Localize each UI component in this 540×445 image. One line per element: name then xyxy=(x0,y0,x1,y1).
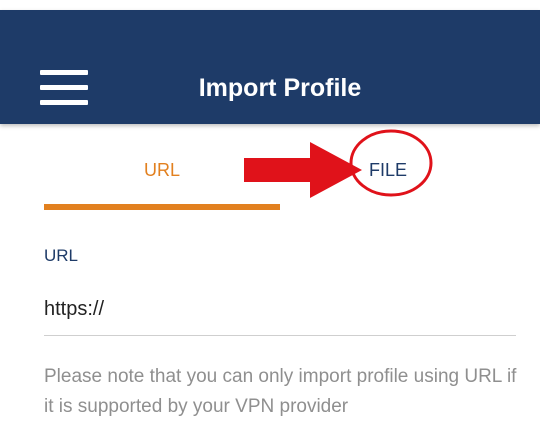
url-field-label: URL xyxy=(44,246,79,265)
import-note: Please note that you can only import pro… xyxy=(44,366,517,417)
active-tab-indicator xyxy=(44,204,280,210)
status-strip xyxy=(0,0,540,10)
url-input[interactable] xyxy=(44,284,516,336)
red-circle-highlight-icon xyxy=(349,129,433,197)
app-bar: Import Profile xyxy=(0,10,540,124)
hamburger-menu-icon[interactable] xyxy=(40,70,88,106)
page-title: Import Profile xyxy=(198,74,362,102)
import-profile-screen: Import Profile URL FILE URL Please note … xyxy=(0,0,540,445)
